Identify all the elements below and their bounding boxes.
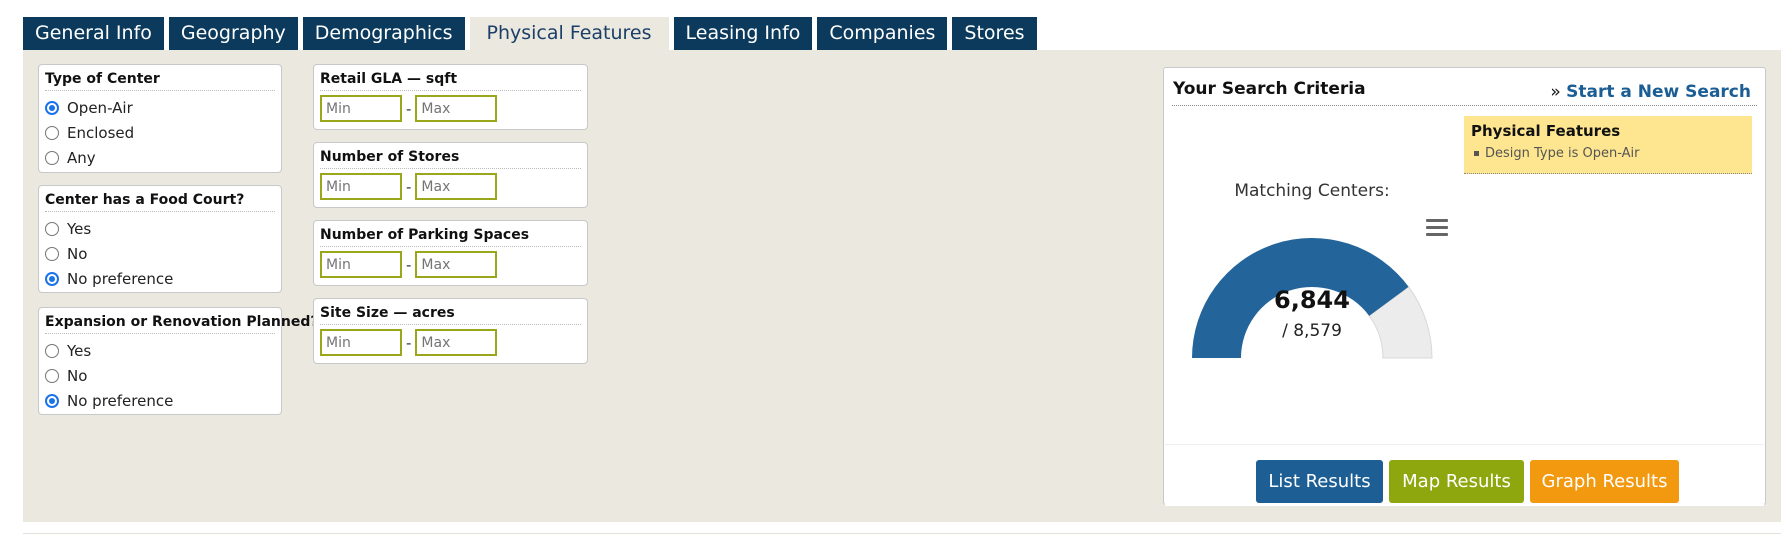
radio-enclosed[interactable]: Enclosed — [45, 120, 275, 145]
radio-no[interactable]: No — [45, 363, 275, 388]
tab-general-info[interactable]: General Info — [23, 17, 164, 50]
site-size-max-input[interactable] — [415, 329, 498, 356]
tab-companies[interactable]: Companies — [817, 17, 948, 50]
graph-results-button[interactable]: Graph Results — [1530, 460, 1679, 503]
retail-gla-range: Retail GLA — sqft - — [313, 64, 588, 130]
map-results-button[interactable]: Map Results — [1389, 460, 1524, 503]
range-title: Site Size — acres — [320, 305, 581, 325]
parking-min-input[interactable] — [320, 251, 402, 278]
tab-physical-features[interactable]: Physical Features — [469, 17, 669, 50]
radio-button[interactable] — [45, 100, 59, 115]
range-separator: - — [406, 255, 412, 274]
feature-criterion: Design Type is Open-Air — [1471, 146, 1745, 161]
radio-button[interactable] — [45, 271, 59, 286]
criteria-title: Your Search Criteria — [1173, 79, 1366, 99]
radio-yes[interactable]: Yes — [45, 338, 275, 363]
expansion-group: Expansion or Renovation Planned? Yes No … — [38, 307, 318, 415]
results-button-bar: List Results Map Results Graph Results — [1165, 444, 1764, 506]
site-size-min-input[interactable] — [320, 329, 402, 356]
search-criteria-panel: Your Search Criteria » Start a New Searc… — [1163, 67, 1766, 506]
tab-geography[interactable]: Geography — [168, 17, 298, 50]
tab-stores[interactable]: Stores — [952, 17, 1037, 50]
radio-button[interactable] — [45, 393, 59, 408]
radio-label: Enclosed — [67, 123, 135, 142]
radio-label: No preference — [67, 269, 174, 288]
parking-spaces-range: Number of Parking Spaces - — [313, 220, 588, 286]
retail-gla-max-input[interactable] — [415, 95, 498, 122]
start-new-search-link[interactable]: » Start a New Search — [1550, 82, 1751, 102]
parking-max-input[interactable] — [415, 251, 498, 278]
radio-button[interactable] — [45, 368, 59, 383]
physical-features-summary: Physical Features Design Type is Open-Ai… — [1464, 116, 1752, 174]
radio-button[interactable] — [45, 125, 59, 140]
group-title: Center has a Food Court? — [45, 192, 275, 212]
matching-centers-label: Matching Centers: — [1234, 181, 1390, 201]
radio-no-preference[interactable]: No preference — [45, 388, 275, 413]
range-title: Retail GLA — sqft — [320, 71, 581, 91]
radio-button[interactable] — [45, 246, 59, 261]
radio-no-preference[interactable]: No preference — [45, 266, 275, 291]
feature-group-title: Physical Features — [1471, 122, 1621, 140]
radio-no[interactable]: No — [45, 241, 275, 266]
radio-yes[interactable]: Yes — [45, 216, 275, 241]
chart-menu-icon[interactable] — [1426, 219, 1448, 237]
type-of-center-group: Type of Center Open-Air Enclosed Any — [38, 64, 282, 173]
food-court-group: Center has a Food Court? Yes No No prefe… — [38, 185, 282, 293]
tab-bar: General Info Geography Demographics Phys… — [23, 17, 1037, 50]
stores-max-input[interactable] — [415, 173, 498, 200]
radio-label: No preference — [67, 391, 174, 410]
new-search-link-text[interactable]: Start a New Search — [1566, 82, 1751, 102]
criteria-header: Your Search Criteria » Start a New Searc… — [1172, 76, 1757, 106]
radio-label: No — [67, 244, 88, 263]
radio-button[interactable] — [45, 150, 59, 165]
range-title: Number of Parking Spaces — [320, 227, 581, 247]
total-count: / 8,579 — [1282, 321, 1342, 341]
retail-gla-min-input[interactable] — [320, 95, 402, 122]
radio-open-air[interactable]: Open-Air — [45, 95, 275, 120]
range-separator: - — [406, 177, 412, 196]
group-title: Type of Center — [45, 71, 275, 91]
range-separator: - — [406, 333, 412, 352]
radio-button[interactable] — [45, 221, 59, 236]
radio-label: Yes — [67, 219, 92, 238]
tab-leasing-info[interactable]: Leasing Info — [673, 17, 813, 50]
radio-label: Yes — [67, 341, 92, 360]
radio-label: Any — [67, 148, 96, 167]
raquo-glyph: » — [1550, 82, 1561, 102]
range-separator: - — [406, 99, 412, 118]
radio-button[interactable] — [45, 343, 59, 358]
radio-any[interactable]: Any — [45, 145, 275, 170]
range-title: Number of Stores — [320, 149, 581, 169]
number-of-stores-range: Number of Stores - — [313, 142, 588, 208]
matching-count: 6,844 — [1274, 286, 1350, 314]
list-results-button[interactable]: List Results — [1256, 460, 1383, 503]
tab-demographics[interactable]: Demographics — [302, 17, 465, 50]
site-size-range: Site Size — acres - — [313, 298, 588, 364]
radio-label: Open-Air — [67, 98, 133, 117]
group-title: Expansion or Renovation Planned? — [45, 314, 318, 334]
radio-label: No — [67, 366, 88, 385]
stores-min-input[interactable] — [320, 173, 402, 200]
